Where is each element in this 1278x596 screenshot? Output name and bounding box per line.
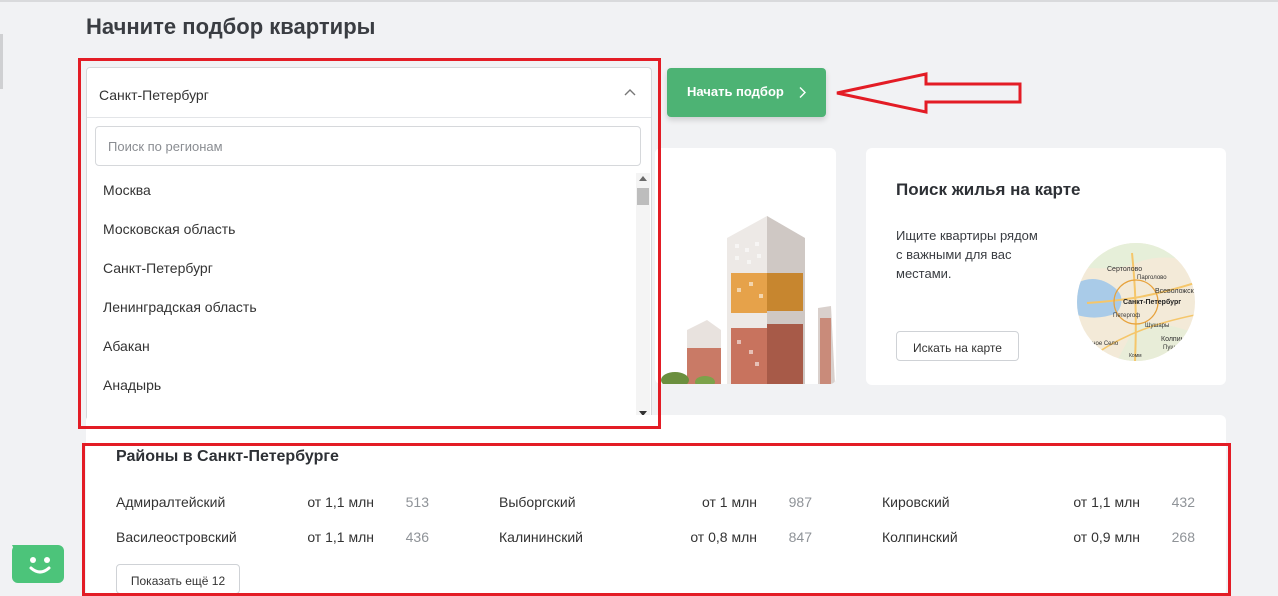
map-label: Колпино bbox=[1161, 336, 1188, 343]
map-search-card: Поиск жилья на карте Ищите квартиры рядо… bbox=[866, 148, 1226, 385]
district-price: от 0,9 млн bbox=[1073, 529, 1140, 545]
map-label: Пуш bbox=[1163, 345, 1175, 351]
region-option[interactable]: Москва bbox=[87, 171, 635, 210]
district-name[interactable]: Колпинский bbox=[882, 529, 958, 545]
map-label: Петергоф bbox=[1113, 313, 1140, 319]
start-search-button[interactable]: Начать подбор bbox=[667, 68, 826, 117]
map-label: Парголово bbox=[1137, 275, 1167, 281]
district-price: от 1 млн bbox=[702, 494, 757, 510]
region-option[interactable]: Ленинградская область bbox=[87, 288, 635, 327]
district-count: 432 bbox=[1171, 494, 1195, 510]
chat-bot-icon bbox=[12, 545, 51, 574]
region-option[interactable]: Анадырь bbox=[87, 366, 635, 405]
buildings-illustration bbox=[655, 148, 836, 384]
start-search-label: Начать подбор bbox=[687, 84, 784, 99]
district-count: 987 bbox=[788, 494, 812, 510]
district-name[interactable]: Адмиралтейский bbox=[116, 494, 225, 510]
district-name[interactable]: Кировский bbox=[882, 494, 950, 510]
promo-card[interactable] bbox=[655, 148, 836, 384]
chevron-up-icon[interactable] bbox=[623, 86, 637, 100]
district-count: 268 bbox=[1171, 529, 1195, 545]
district-price: от 1,1 млн bbox=[307, 529, 374, 545]
region-list-scrollbar[interactable] bbox=[636, 173, 650, 420]
map-card-title: Поиск жилья на карте bbox=[896, 180, 1081, 199]
district-price: от 0,8 млн bbox=[690, 529, 757, 545]
district-price: от 1,1 млн bbox=[307, 494, 374, 510]
district-count: 513 bbox=[405, 494, 429, 510]
districts-card: Районы в Санкт-Петербурге Адмиралтейский… bbox=[86, 415, 1226, 596]
region-selected-value: Санкт-Петербург bbox=[99, 87, 209, 103]
map-label: Санкт-Петербург bbox=[1123, 298, 1181, 306]
region-search-input[interactable] bbox=[95, 126, 641, 166]
page-title: Начните подбор квартиры bbox=[86, 14, 376, 39]
map-card-description-line: местами. bbox=[896, 266, 952, 281]
scroll-up-arrow-icon[interactable] bbox=[639, 176, 647, 181]
annotation-arrow-icon bbox=[836, 72, 1022, 114]
map-preview-image[interactable]: Сертолово Парголово Всеволожск Санкт-Пет… bbox=[1077, 243, 1195, 361]
region-option[interactable]: Московская область bbox=[87, 210, 635, 249]
district-name[interactable]: Выборгский bbox=[499, 494, 576, 510]
district-count: 436 bbox=[405, 529, 429, 545]
district-price: от 1,1 млн bbox=[1073, 494, 1140, 510]
map-label: Красное Село bbox=[1079, 341, 1119, 347]
districts-title: Районы в Санкт-Петербурге bbox=[116, 448, 339, 465]
district-name[interactable]: Калининский bbox=[499, 529, 583, 545]
scrollbar-thumb[interactable] bbox=[637, 188, 649, 205]
map-card-description: Ищите квартиры рядом с важными для вас м… bbox=[896, 226, 1066, 283]
chat-bot-widget[interactable] bbox=[12, 545, 64, 583]
region-dropdown[interactable]: Санкт-Петербург Москва Московская област… bbox=[86, 67, 652, 421]
search-on-map-button[interactable]: Искать на карте bbox=[896, 331, 1019, 361]
region-dropdown-header[interactable]: Санкт-Петербург bbox=[87, 68, 651, 118]
map-label: Сертолово bbox=[1107, 266, 1142, 273]
region-option[interactable]: Санкт-Петербург bbox=[87, 249, 635, 288]
top-border bbox=[0, 0, 1278, 2]
region-list[interactable]: Москва Московская область Санкт-Петербур… bbox=[87, 171, 635, 420]
show-more-districts-button[interactable]: Показать ещё 12 bbox=[116, 564, 240, 594]
map-label: Всеволожск bbox=[1155, 288, 1195, 295]
region-option[interactable]: Абакан bbox=[87, 327, 635, 366]
chevron-right-icon bbox=[799, 87, 806, 98]
district-count: 847 bbox=[788, 529, 812, 545]
map-label: Комм bbox=[1129, 353, 1142, 359]
left-edge-tab bbox=[0, 34, 3, 89]
map-card-description-line: Ищите квартиры рядом bbox=[896, 228, 1038, 243]
district-name[interactable]: Василеостровский bbox=[116, 529, 237, 545]
map-card-description-line: с важными для вас bbox=[896, 247, 1012, 262]
map-label: Шушары bbox=[1145, 323, 1169, 329]
